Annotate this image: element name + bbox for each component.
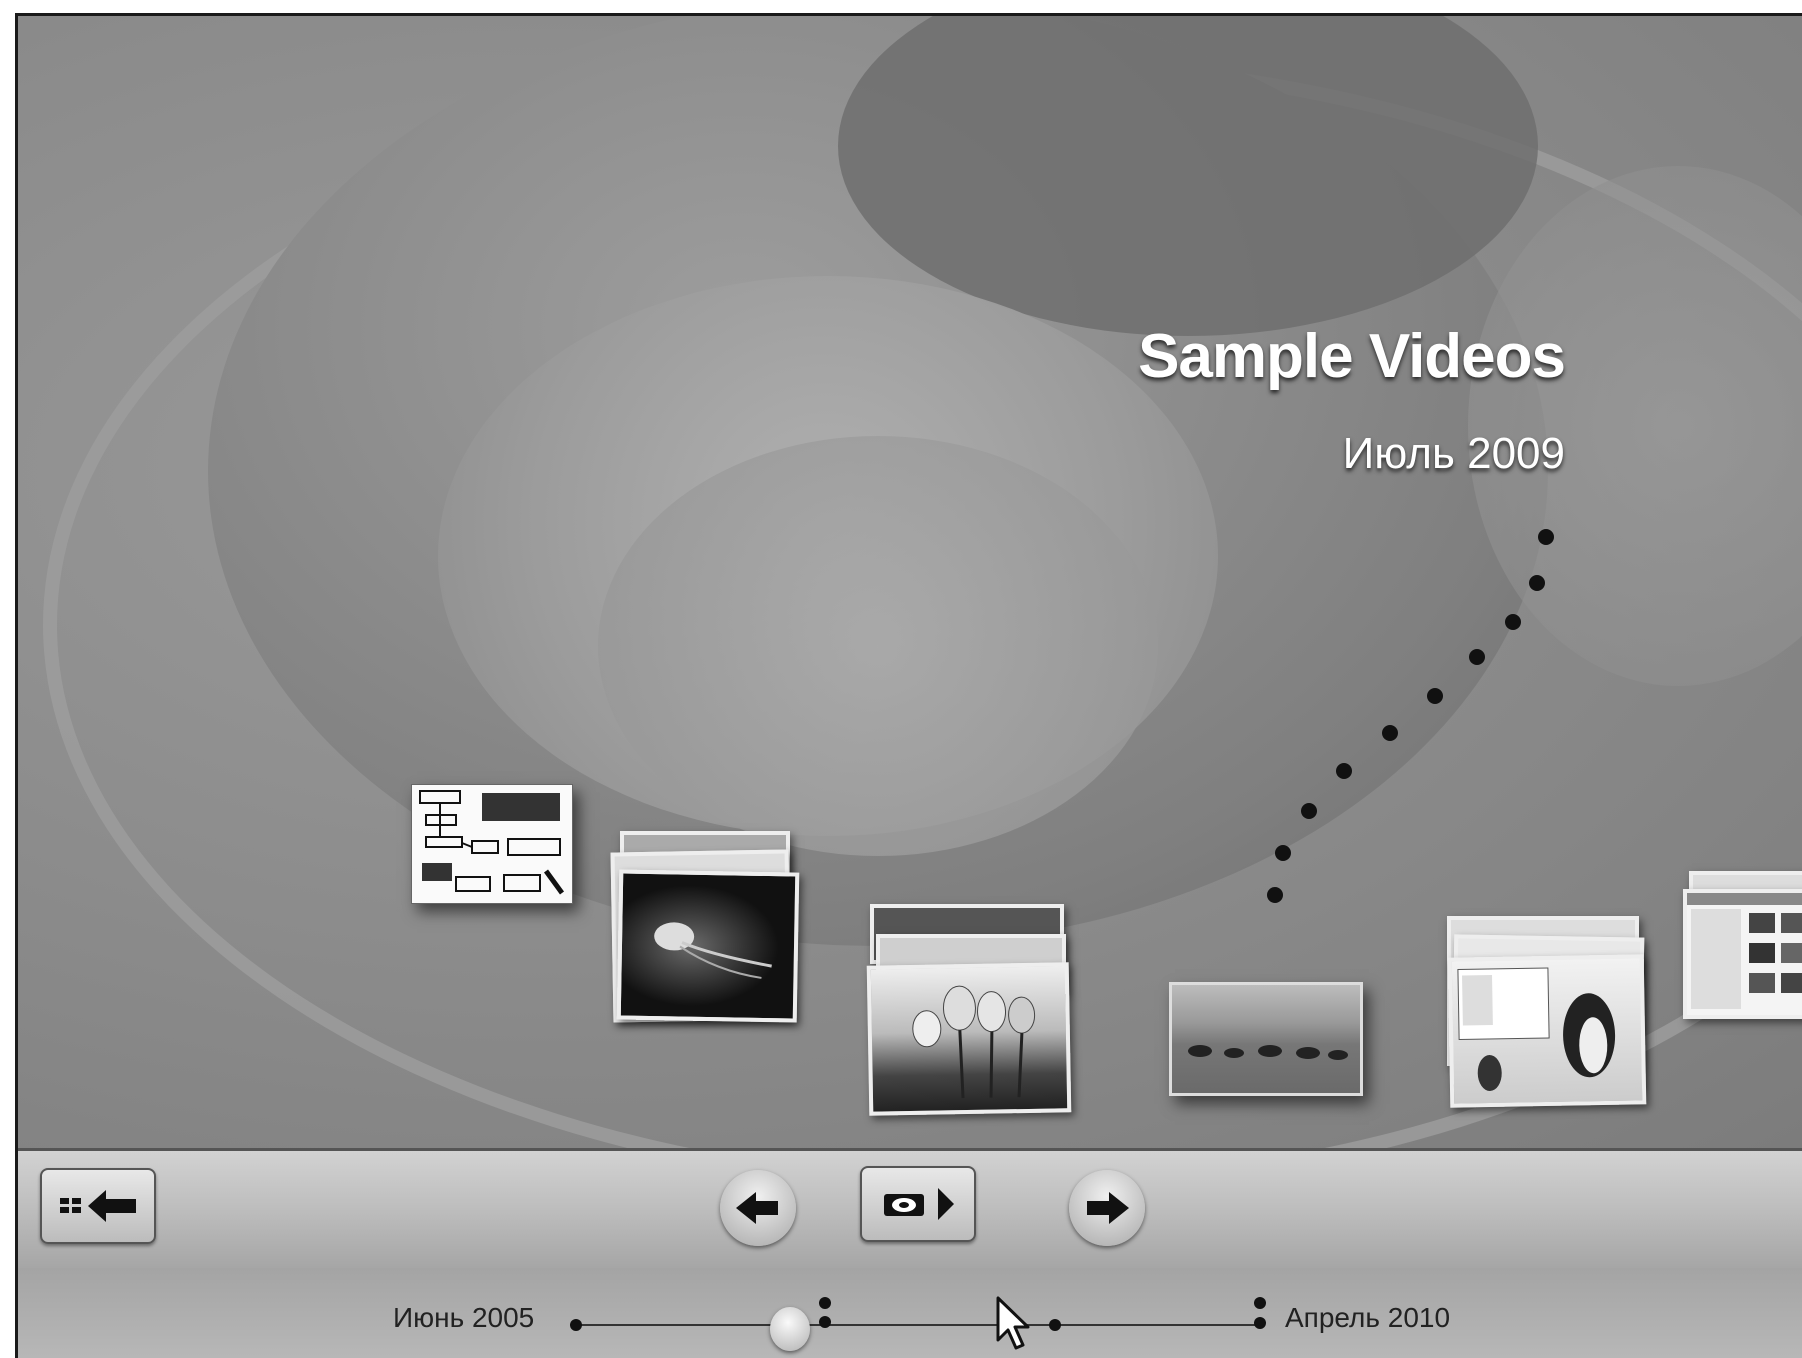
jellyfish-photo [616,869,800,1023]
arc-dot [1382,725,1398,741]
timeline-marker[interactable] [570,1319,582,1331]
timeline-marker[interactable] [1254,1297,1266,1309]
arc-dot [1427,688,1443,704]
back-to-grid-button[interactable] [40,1168,156,1244]
penguins-photo [1447,954,1647,1108]
slideshow-button[interactable] [860,1166,976,1242]
next-button[interactable] [1069,1170,1145,1246]
album-title: Sample Videos [1138,322,1566,391]
timeline-marker[interactable] [819,1316,831,1328]
screens-photo [1683,889,1802,1019]
jellyfish-icon [654,922,772,979]
penguin-icon [1457,967,1616,1092]
arc-dot [1301,803,1317,819]
thumbnail-penguins[interactable] [1443,916,1653,1116]
tulips-icon [912,985,1036,1099]
timeline-bar [18,1268,1802,1358]
diagram-icon [419,790,565,895]
arc-dot [1469,649,1485,665]
screens-icon [1687,893,1802,1009]
horses-icon [1188,1045,1348,1060]
timeline-slider-thumb[interactable] [770,1307,810,1351]
thumbnail-tulips[interactable] [866,904,1078,1119]
arrow-right-icon [1087,1192,1129,1224]
arrow-left-icon [736,1192,778,1224]
album-date: Июль 2009 [1342,429,1565,478]
thumbnail-diagram[interactable] [411,784,573,904]
thumbnail-screens[interactable] [1683,871,1802,1031]
grid-back-icon [60,1190,136,1222]
arc-dot [1267,887,1283,903]
timeline-marker[interactable] [1254,1317,1266,1329]
arc-dot [1538,529,1554,545]
timeline-start-label: Июнь 2005 [393,1302,535,1333]
app-window: Sample Videos Июль 2009 Июнь 2005 Апрель… [15,13,1802,1358]
timeline-marker[interactable] [819,1297,831,1309]
mouse-cursor-icon [996,1296,1030,1350]
tulips-photo [866,962,1072,1116]
previous-button[interactable] [720,1170,796,1246]
background-flower-petal [598,436,1158,856]
toolbar [18,1148,1802,1268]
arc-dot [1275,845,1291,861]
slideshow-play-icon [884,1188,954,1220]
timeline-marker[interactable] [1049,1319,1061,1331]
timeline-end-label: Апрель 2010 [1285,1302,1451,1333]
media-stage: Sample Videos Июль 2009 [18,16,1802,1148]
thumbnail-jellyfish[interactable] [608,831,808,1031]
arc-dot [1336,763,1352,779]
timeline-track[interactable] [575,1324,1265,1326]
arc-dot [1505,614,1521,630]
arc-dot [1529,575,1545,591]
thumbnail-horses[interactable] [1169,982,1363,1096]
